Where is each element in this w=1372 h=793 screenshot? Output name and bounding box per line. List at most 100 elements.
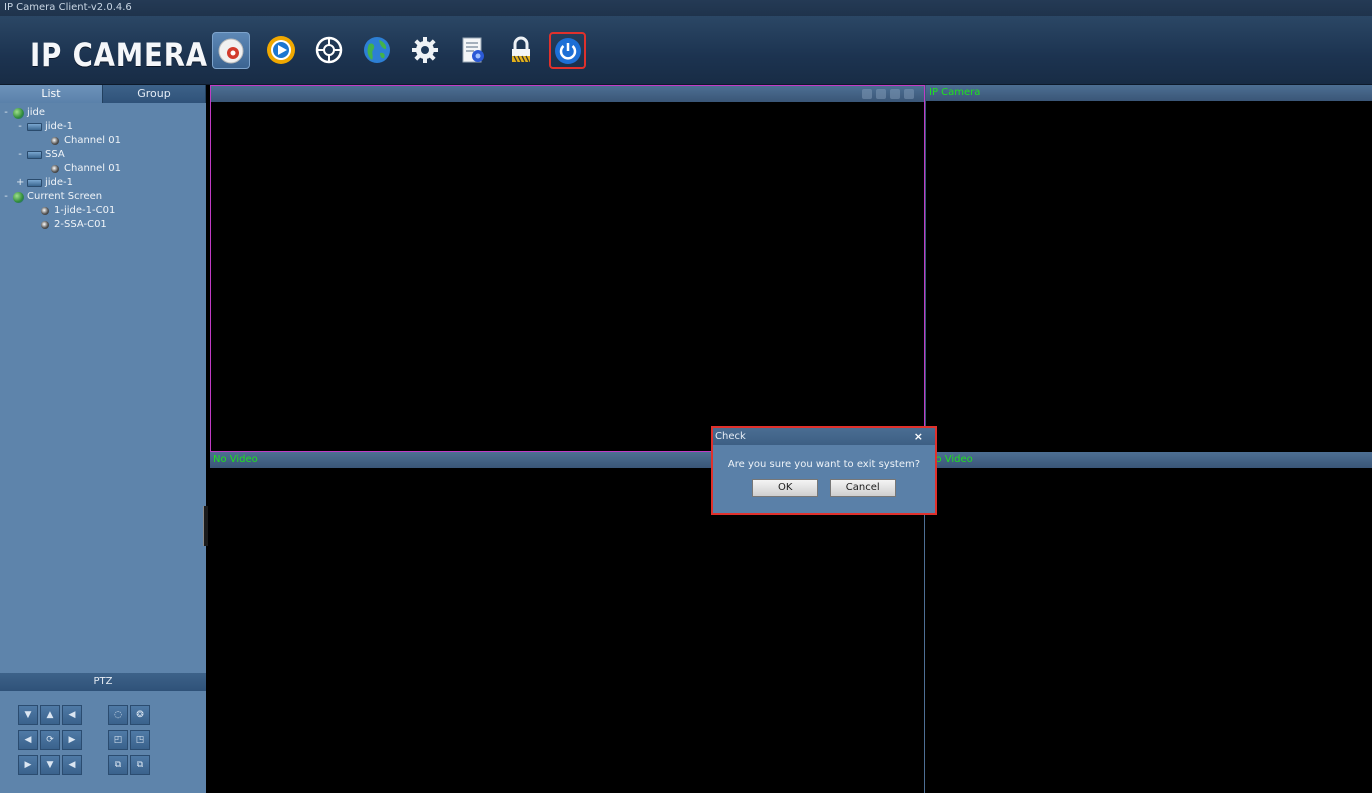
tree-node-channel[interactable]: 2-SSA-C01: [0, 218, 206, 232]
collapse-toggle[interactable]: -: [2, 190, 10, 204]
camera-channel-icon: [50, 164, 60, 174]
globe-icon: [363, 36, 390, 63]
main-toolbar: [212, 32, 599, 72]
collapse-toggle[interactable]: -: [2, 106, 10, 120]
iris-open-button[interactable]: ❂: [130, 705, 150, 725]
dvr-device-icon: [27, 123, 42, 131]
tree-node-label: Channel 01: [64, 135, 121, 146]
pane-title-bar: No Video: [925, 452, 1372, 468]
snapshot-icon[interactable]: [890, 89, 900, 99]
microphone-icon[interactable]: [862, 89, 872, 99]
group-globe-icon: [13, 191, 24, 203]
video-pane-1[interactable]: [210, 85, 925, 452]
ok-button[interactable]: OK: [752, 479, 819, 497]
focus-near-button[interactable]: ◰: [108, 730, 128, 750]
refresh-icon: ⟳: [46, 735, 54, 745]
iris-dotted-icon: ◌: [114, 710, 122, 720]
pane-controls: [862, 89, 914, 99]
speaker-icon[interactable]: [876, 89, 886, 99]
ptz-up-right-button[interactable]: ◀: [62, 705, 82, 725]
tree-node-group[interactable]: - jide: [0, 106, 206, 120]
zoom-out-button[interactable]: ⧉: [130, 755, 150, 775]
arrow-up-left-icon: ◀: [68, 760, 76, 770]
record-icon[interactable]: [904, 89, 914, 99]
pane-title: No Video: [213, 454, 258, 465]
network-button[interactable]: [359, 32, 394, 67]
window-title: IP Camera Client-v2.0.4.6: [4, 2, 132, 13]
tree-node-label: 2-SSA-C01: [54, 219, 107, 230]
pane-title-bar: [211, 86, 924, 102]
exit-button[interactable]: [549, 32, 586, 69]
lock-icon: [511, 36, 530, 62]
arrow-down-right-icon: ▼: [24, 710, 32, 720]
playback-button[interactable]: [263, 32, 298, 67]
collapse-toggle[interactable]: -: [16, 120, 24, 134]
tree-node-channel[interactable]: Channel 01: [0, 134, 206, 148]
dialog-title: Check: [715, 431, 746, 442]
live-view-button[interactable]: [212, 32, 250, 69]
camera-channel-icon: [40, 220, 50, 230]
log-document-icon: [462, 37, 484, 62]
arrow-up-icon: ▲: [46, 710, 54, 720]
zoom-out-icon: ⧉: [136, 760, 144, 770]
camera-icon: [218, 38, 244, 63]
ptz-down-button[interactable]: ▼: [40, 755, 60, 775]
tree-node-channel[interactable]: 1-jide-1-C01: [0, 204, 206, 218]
iris-solid-icon: ❂: [136, 710, 144, 720]
iris-close-button[interactable]: ◌: [108, 705, 128, 725]
close-icon[interactable]: ×: [914, 428, 923, 445]
ptz-up-left-button[interactable]: ▼: [18, 705, 38, 725]
ptz-control-button[interactable]: [311, 32, 346, 67]
device-tree: - jide - jide-1 Channel 01 - SSA Channel…: [0, 103, 206, 232]
dialog-buttons: OK Cancel: [713, 479, 935, 497]
tree-node-label: Current Screen: [27, 191, 103, 202]
sidebar-collapse-handle[interactable]: [203, 506, 208, 546]
arrow-right-icon: ▶: [68, 735, 76, 745]
ptz-header: PTZ: [0, 673, 206, 691]
tree-node-device[interactable]: - SSA: [0, 148, 206, 162]
ptz-down-right-button[interactable]: ◀: [62, 755, 82, 775]
focus-far-icon: ◳: [135, 735, 145, 745]
tab-list[interactable]: List: [0, 85, 103, 103]
zoom-in-icon: ⧉: [114, 760, 122, 770]
group-globe-icon: [13, 107, 24, 119]
settings-button[interactable]: [407, 32, 442, 67]
device-sidebar: List Group - jide - jide-1 Channel 01 - …: [0, 85, 206, 793]
ptz-wheel-icon: [315, 36, 342, 63]
video-pane-2[interactable]: IP Camera: [925, 85, 1372, 452]
video-pane-4[interactable]: No Video: [925, 452, 1372, 793]
arrow-down-left-icon: ◀: [68, 710, 76, 720]
exit-confirm-dialog: Check × Are you sure you want to exit sy…: [711, 426, 937, 515]
app-logo: IP CAMERA: [30, 36, 208, 74]
tree-node-channel[interactable]: Channel 01: [0, 162, 206, 176]
zoom-in-button[interactable]: ⧉: [108, 755, 128, 775]
pane-title-bar: IP Camera: [926, 85, 1372, 101]
tree-node-label: 1-jide-1-C01: [54, 205, 116, 216]
ptz-down-left-button[interactable]: ▶: [18, 755, 38, 775]
tree-node-label: jide-1: [45, 177, 74, 188]
tree-node-label: Channel 01: [64, 163, 121, 174]
focus-near-icon: ◰: [113, 735, 123, 745]
dvr-device-icon: [27, 151, 42, 159]
arrow-up-right-icon: ▶: [24, 760, 32, 770]
tree-node-device[interactable]: - jide-1: [0, 120, 206, 134]
expand-toggle[interactable]: +: [16, 176, 24, 190]
tab-group[interactable]: Group: [103, 85, 206, 103]
collapse-toggle[interactable]: -: [16, 148, 24, 162]
focus-far-button[interactable]: ◳: [130, 730, 150, 750]
tree-node-group[interactable]: - Current Screen: [0, 190, 206, 204]
arrow-left-icon: ◀: [24, 735, 32, 745]
camera-channel-icon: [50, 136, 60, 146]
tree-node-label: jide-1: [45, 121, 74, 132]
ptz-left-button[interactable]: ◀: [18, 730, 38, 750]
arrow-down-icon: ▼: [46, 760, 54, 770]
cancel-button[interactable]: Cancel: [829, 479, 896, 497]
dialog-title-bar: Check ×: [713, 428, 935, 445]
tree-node-device[interactable]: + jide-1: [0, 176, 206, 190]
power-icon: [554, 37, 581, 64]
ptz-right-button[interactable]: ▶: [62, 730, 82, 750]
ptz-up-button[interactable]: ▲: [40, 705, 60, 725]
log-button[interactable]: [455, 32, 490, 67]
lock-button[interactable]: [503, 32, 538, 67]
ptz-auto-button[interactable]: ⟳: [40, 730, 60, 750]
